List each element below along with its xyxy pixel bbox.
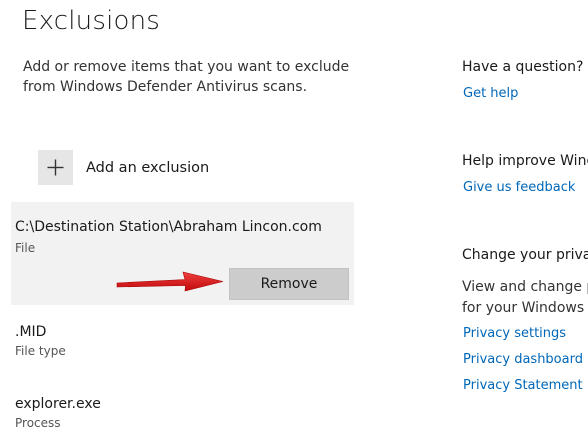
privacy-heading: Change your privac bbox=[462, 247, 588, 263]
page-title: Exclusions bbox=[22, 6, 161, 36]
feedback-heading: Help improve Wind bbox=[462, 153, 588, 169]
exclusion-type: Process bbox=[15, 416, 61, 430]
privacy-text-line: for your Windows 1 bbox=[462, 300, 588, 316]
list-item[interactable]: .MID File type bbox=[15, 324, 66, 358]
privacy-text-line: View and change p bbox=[462, 279, 588, 295]
privacy-statement-link[interactable]: Privacy Statement bbox=[463, 378, 583, 393]
add-exclusion-button[interactable]: Add an exclusion bbox=[38, 150, 209, 185]
plus-icon bbox=[38, 150, 73, 185]
remove-button[interactable]: Remove bbox=[229, 268, 349, 300]
privacy-dashboard-link[interactable]: Privacy dashboard bbox=[463, 352, 583, 367]
list-item[interactable]: explorer.exe Process bbox=[15, 396, 101, 430]
give-feedback-link[interactable]: Give us feedback bbox=[463, 180, 575, 195]
question-heading: Have a question? bbox=[462, 59, 584, 75]
page-description: Add or remove items that you want to exc… bbox=[23, 59, 350, 95]
exclusion-type: File bbox=[15, 241, 36, 255]
exclusion-name: C:\Destination Station\Abraham Lincon.co… bbox=[15, 219, 322, 235]
privacy-settings-link[interactable]: Privacy settings bbox=[463, 326, 566, 341]
exclusion-type: File type bbox=[15, 344, 66, 358]
add-exclusion-label: Add an exclusion bbox=[86, 159, 210, 176]
annotation-arrow-icon bbox=[116, 271, 224, 292]
get-help-link[interactable]: Get help bbox=[463, 86, 518, 101]
exclusion-name: .MID bbox=[15, 324, 47, 340]
help-sidebar: Have a question? Get help Help improve W… bbox=[462, 0, 588, 443]
exclusion-name: explorer.exe bbox=[15, 396, 101, 412]
exclusions-page: Exclusions Add or remove items that you … bbox=[0, 0, 588, 443]
